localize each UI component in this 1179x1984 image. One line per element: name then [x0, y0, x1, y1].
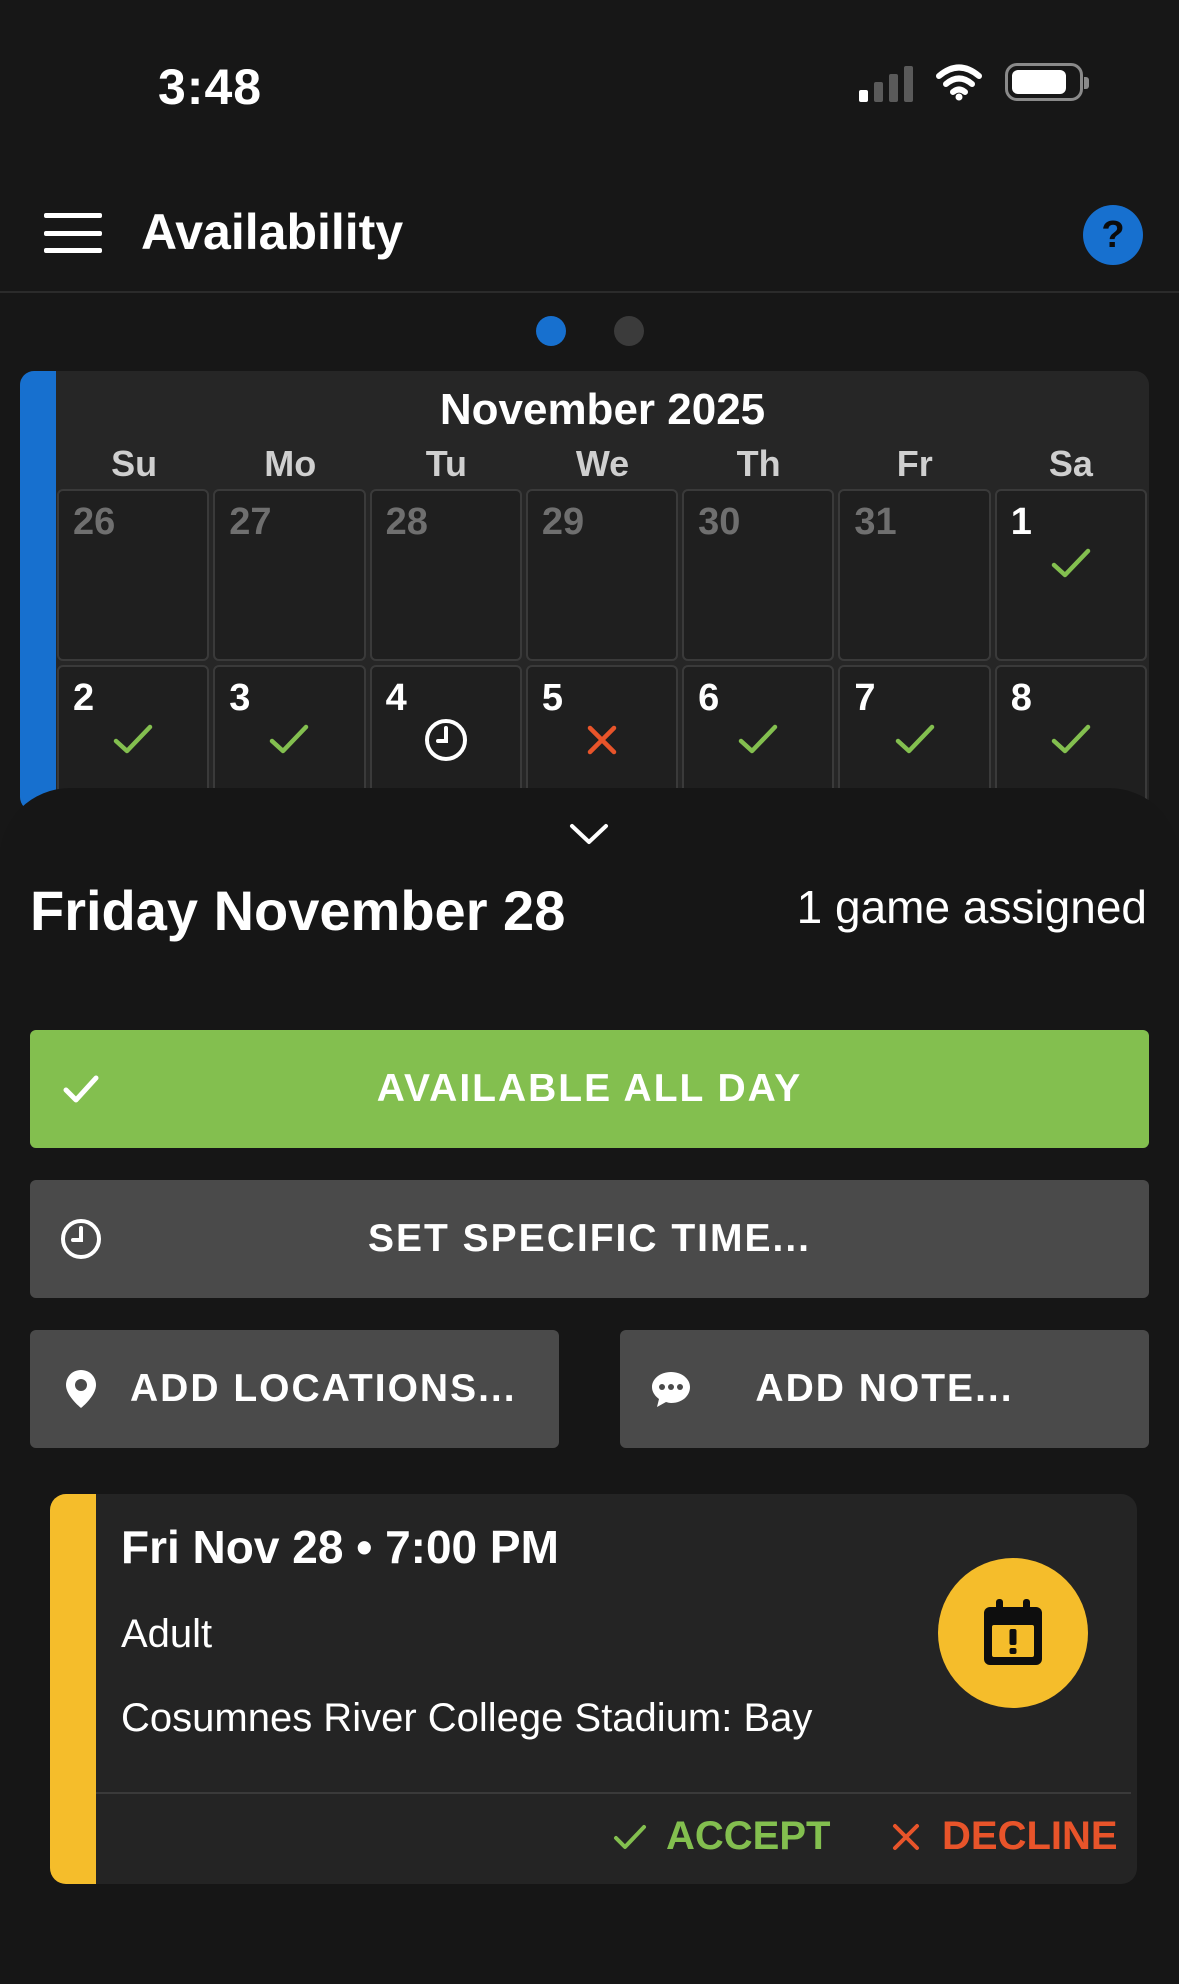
- page-title: Availability: [141, 204, 404, 260]
- calendar-day-number: 4: [385, 677, 407, 719]
- calendar-day-number: 3: [229, 677, 251, 719]
- month-title: November 2025: [439, 385, 766, 434]
- page-dot-2[interactable]: [613, 316, 644, 346]
- calendar-day-number: 5: [541, 677, 563, 719]
- calendar-day-number: 2: [73, 677, 95, 719]
- check-icon: [1048, 717, 1094, 763]
- status-time: 3:48: [158, 59, 263, 115]
- calendar-day-number: 26: [73, 501, 116, 543]
- check-icon: [735, 717, 781, 763]
- game-level: Adult: [121, 1612, 213, 1656]
- calendar-day-cell[interactable]: 30: [682, 489, 835, 661]
- page-indicator: [0, 316, 1179, 346]
- calendar-day-number: 28: [385, 501, 428, 543]
- selected-day-title: Friday November 28: [30, 879, 566, 942]
- game-status-accent: [50, 1494, 96, 1884]
- set-specific-time-button[interactable]: SET SPECIFIC TIME...: [30, 1180, 1149, 1298]
- accept-label: ACCEPT: [666, 1814, 831, 1858]
- app-header: Availability ?: [0, 185, 1179, 293]
- weekday-label: Mo: [264, 443, 317, 484]
- clock-icon: [423, 717, 469, 763]
- games-assigned-count: 1 game assigned: [796, 881, 1147, 933]
- divider: [96, 1792, 1131, 1794]
- calendar-day-number: 31: [854, 501, 897, 543]
- add-note-label: ADD NOTE...: [755, 1367, 1014, 1410]
- battery-icon: [1005, 63, 1089, 101]
- calendar-accent-bar: [20, 371, 56, 811]
- calendar-exclamation-icon: [984, 1599, 1042, 1665]
- screen: 3:48 Availability ? November 2025 Su Mo …: [0, 0, 1179, 1984]
- help-button[interactable]: ?: [1083, 205, 1143, 265]
- cellular-signal-icon: [859, 62, 913, 102]
- add-locations-button[interactable]: ADD LOCATIONS...: [30, 1330, 559, 1448]
- calendar-alert-icon[interactable]: [938, 1558, 1088, 1708]
- add-note-button[interactable]: ADD NOTE...: [620, 1330, 1149, 1448]
- calendar-day-number: 27: [229, 501, 272, 543]
- calendar-day-cell[interactable]: 31: [838, 489, 991, 661]
- check-icon: [614, 1824, 646, 1849]
- calendar-grid: 26 27 28 29 30 31 1 2 3 4 5 6 7 8: [57, 489, 1147, 811]
- check-icon: [266, 717, 312, 763]
- day-detail-sheet: Friday November 28 1 game assigned AVAIL…: [0, 788, 1179, 1984]
- calendar-day-number: 8: [1010, 677, 1032, 719]
- accept-button[interactable]: ACCEPT: [610, 1814, 830, 1859]
- decline-label: DECLINE: [942, 1814, 1118, 1858]
- game-card[interactable]: Fri Nov 28 • 7:00 PM Adult Cosumnes Rive…: [50, 1494, 1137, 1884]
- check-icon: [892, 717, 938, 763]
- decline-button[interactable]: DECLINE: [886, 1814, 1118, 1859]
- available-all-day-button[interactable]: AVAILABLE ALL DAY: [30, 1030, 1149, 1148]
- wifi-icon: [936, 64, 982, 101]
- calendar-day-number: 6: [698, 677, 720, 719]
- menu-icon[interactable]: [44, 213, 102, 253]
- add-locations-label: ADD LOCATIONS...: [130, 1367, 517, 1410]
- game-venue: Cosumnes River College Stadium: Bay: [121, 1696, 813, 1740]
- weekday-label: We: [575, 443, 630, 484]
- set-specific-time-label: SET SPECIFIC TIME...: [367, 1217, 812, 1260]
- weekday-label: Sa: [1048, 443, 1093, 484]
- calendar-day-number: 29: [541, 501, 585, 543]
- weekday-label: Tu: [425, 443, 467, 484]
- check-icon: [110, 717, 156, 763]
- calendar-day-cell[interactable]: 28: [369, 489, 522, 661]
- calendar-day-cell[interactable]: 1: [994, 489, 1147, 661]
- calendar-day-number: 30: [698, 501, 741, 543]
- check-icon: [1048, 541, 1094, 587]
- clock-icon: [61, 1219, 101, 1259]
- location-pin-icon: [66, 1370, 96, 1408]
- weekday-label: Fr: [896, 443, 933, 484]
- x-icon: [579, 717, 625, 763]
- page-dot-1[interactable]: [535, 316, 566, 346]
- month-calendar: November 2025 Su Mo Tu We Th Fr Sa 26 27 2…: [20, 371, 1149, 811]
- calendar-day-number: 7: [854, 677, 876, 719]
- calendar-day-number: 1: [1010, 501, 1032, 543]
- weekday-label: Th: [736, 443, 781, 484]
- chat-bubble-icon: [652, 1372, 690, 1407]
- calendar-day-cell[interactable]: 26: [57, 489, 210, 661]
- calendar-day-cell[interactable]: 29: [525, 489, 679, 661]
- game-datetime: Fri Nov 28 • 7:00 PM: [121, 1521, 559, 1573]
- check-icon: [63, 1075, 99, 1103]
- weekday-label: Su: [111, 443, 158, 484]
- calendar-day-cell[interactable]: 27: [213, 489, 366, 661]
- status-icons: [859, 62, 1089, 102]
- close-icon: [893, 1823, 919, 1850]
- chevron-down-icon[interactable]: [566, 818, 612, 848]
- weekday-header: Su Mo Tu We Th Fr Sa: [56, 443, 1149, 485]
- available-all-day-label: AVAILABLE ALL DAY: [376, 1067, 803, 1110]
